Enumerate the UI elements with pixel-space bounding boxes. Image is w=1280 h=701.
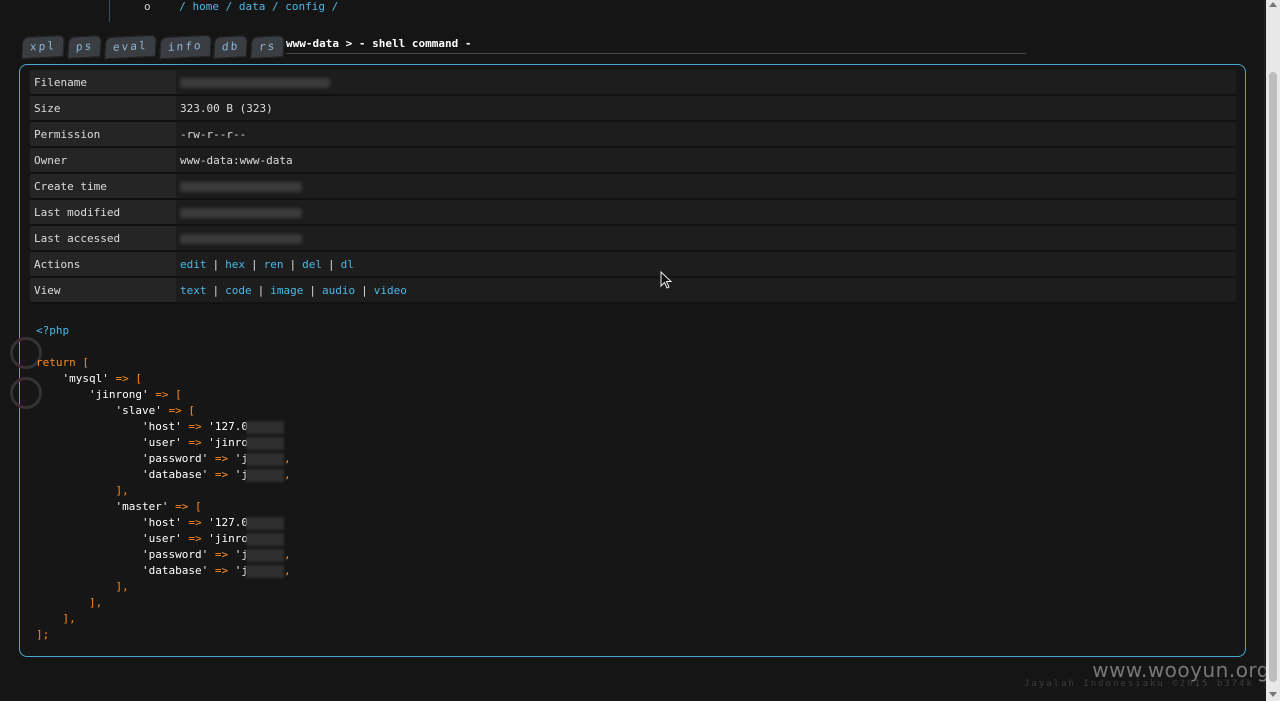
path-prefix: o bbox=[144, 0, 151, 13]
owner-value: www-data:www-data bbox=[176, 147, 1236, 174]
tab-eval[interactable]: eval bbox=[104, 34, 157, 60]
view-image[interactable]: image bbox=[270, 284, 303, 297]
table-row: Owner www-data:www-data bbox=[30, 147, 1236, 174]
actions-links: edit | hex | ren | del | dl bbox=[176, 251, 1236, 278]
redacted-value bbox=[180, 77, 330, 88]
last-accessed-value bbox=[176, 225, 1236, 252]
view-text[interactable]: text bbox=[180, 284, 207, 297]
action-edit[interactable]: edit bbox=[180, 258, 207, 271]
file-info-table: Filename Size 323.00 B (323) Permission … bbox=[30, 70, 1236, 304]
permission-value: -rw-r--r-- bbox=[176, 121, 1236, 148]
action-dl[interactable]: dl bbox=[341, 258, 354, 271]
row-key: Last accessed bbox=[30, 225, 176, 252]
prompt-command[interactable]: - shell command - bbox=[352, 37, 472, 50]
row-key: Actions bbox=[30, 251, 176, 278]
table-row: Permission -rw-r--r-- bbox=[30, 121, 1236, 148]
action-del[interactable]: del bbox=[302, 258, 322, 271]
tool-tabs: xpl ps eval info db rs bbox=[21, 32, 289, 60]
scrollbar-thumb[interactable] bbox=[1269, 72, 1277, 682]
divider-line bbox=[109, 0, 110, 22]
last-modified-value bbox=[176, 199, 1236, 226]
action-hex[interactable]: hex bbox=[225, 258, 245, 271]
vertical-scrollbar[interactable] bbox=[1266, 0, 1280, 701]
prompt-user: www-data > bbox=[286, 37, 353, 50]
create-time-value bbox=[176, 173, 1236, 200]
tab-xpl[interactable]: xpl bbox=[21, 34, 65, 60]
shell-prompt[interactable]: www-data > - shell command - bbox=[286, 37, 471, 50]
table-row: View text | code | image | audio | video bbox=[30, 277, 1236, 304]
action-ren[interactable]: ren bbox=[264, 258, 284, 271]
tab-db[interactable]: db bbox=[213, 35, 249, 59]
size-value: 323.00 B (323) bbox=[176, 95, 1236, 122]
tab-info[interactable]: info bbox=[158, 34, 211, 60]
mouse-cursor-icon bbox=[660, 271, 672, 289]
view-links: text | code | image | audio | video bbox=[176, 277, 1236, 304]
tab-rs[interactable]: rs bbox=[250, 35, 286, 59]
filename-value bbox=[176, 70, 1236, 96]
row-key: Size bbox=[30, 95, 176, 122]
watermark: www.wooyun.org bbox=[1092, 658, 1270, 682]
table-row: Actions edit | hex | ren | del | dl bbox=[30, 251, 1236, 278]
breadcrumb-config[interactable]: config bbox=[285, 0, 325, 13]
row-key: Create time bbox=[30, 173, 176, 200]
table-row: Filename bbox=[30, 70, 1236, 96]
redacted-value bbox=[180, 207, 302, 218]
row-key: Owner bbox=[30, 147, 176, 174]
redacted-value bbox=[180, 233, 302, 244]
scroll-down-icon[interactable] bbox=[1269, 692, 1277, 697]
table-row: Last modified bbox=[30, 199, 1236, 226]
file-view-panel: Filename Size 323.00 B (323) Permission … bbox=[10, 64, 1246, 657]
breadcrumb-home[interactable]: home bbox=[193, 0, 220, 13]
table-row: Last accessed bbox=[30, 225, 1236, 252]
shell-frame: o / home / data / config / xpl ps eval i… bbox=[0, 0, 1265, 689]
tab-ps[interactable]: ps bbox=[67, 35, 102, 59]
breadcrumb: o / home / data / config / bbox=[144, 0, 339, 13]
row-key: Filename bbox=[30, 70, 176, 96]
breadcrumb-data[interactable]: data bbox=[239, 0, 266, 13]
table-row: Size 323.00 B (323) bbox=[30, 95, 1236, 122]
view-audio[interactable]: audio bbox=[322, 284, 355, 297]
row-key: Permission bbox=[30, 121, 176, 148]
table-row: Create time bbox=[30, 173, 1236, 200]
view-video[interactable]: video bbox=[374, 284, 407, 297]
row-key: View bbox=[30, 277, 176, 304]
redacted-value bbox=[180, 181, 302, 192]
prompt-underline bbox=[286, 53, 1026, 54]
row-key: Last modified bbox=[30, 199, 176, 226]
scroll-up-icon[interactable] bbox=[1269, 2, 1277, 7]
file-content-code: <?php return [ 'mysql' => [ 'jinrong' =>… bbox=[36, 324, 291, 641]
view-code[interactable]: code bbox=[225, 284, 252, 297]
